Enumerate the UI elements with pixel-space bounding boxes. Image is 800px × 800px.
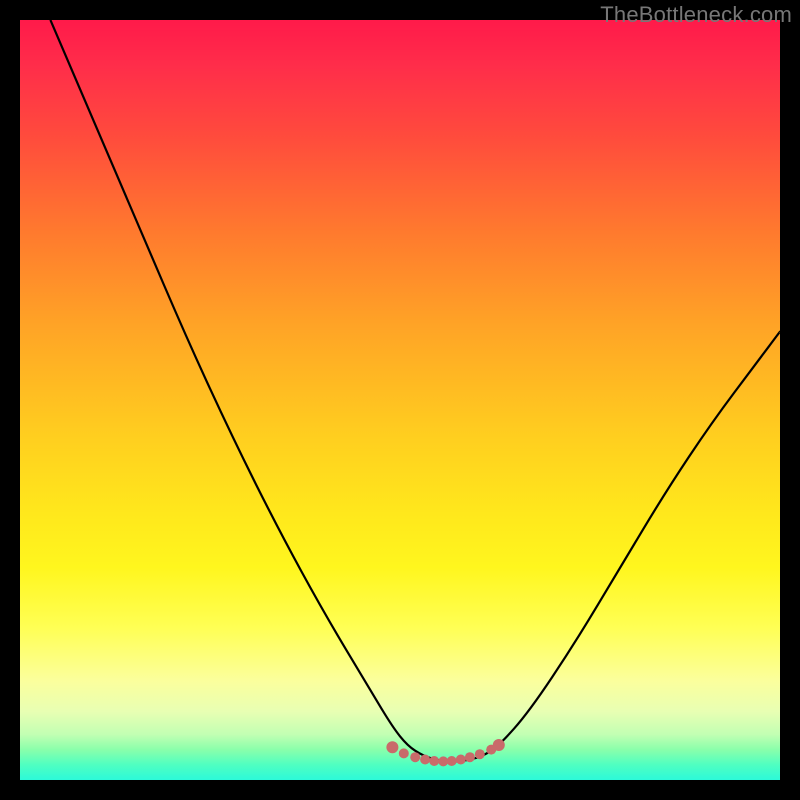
chart-svg bbox=[20, 20, 780, 780]
bottleneck-curve bbox=[50, 20, 780, 761]
valley-dot bbox=[493, 739, 505, 751]
valley-dot bbox=[429, 756, 439, 766]
valley-dot bbox=[399, 748, 409, 758]
valley-dot bbox=[420, 755, 430, 765]
valley-dot bbox=[456, 755, 466, 765]
valley-dot bbox=[447, 756, 457, 766]
valley-dot bbox=[410, 752, 420, 762]
valley-dot bbox=[465, 752, 475, 762]
plot-area bbox=[20, 20, 780, 780]
chart-frame: TheBottleneck.com bbox=[0, 0, 800, 800]
valley-dot bbox=[386, 741, 398, 753]
valley-dot bbox=[475, 749, 485, 759]
watermark-text: TheBottleneck.com bbox=[600, 2, 792, 28]
